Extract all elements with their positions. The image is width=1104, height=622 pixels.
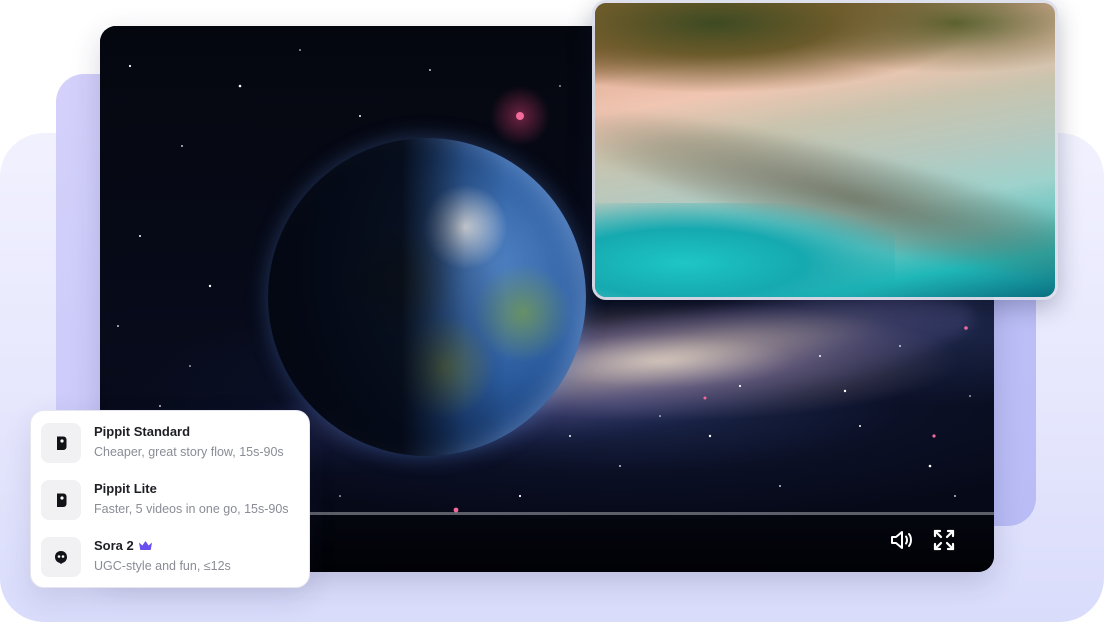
pippit-logo-icon [41, 480, 81, 520]
promo-stage: Pippit Standard Cheaper, great story flo… [0, 0, 1104, 622]
premium-crown-icon [139, 541, 152, 550]
model-option-pippit-standard[interactable]: Pippit Standard Cheaper, great story flo… [41, 419, 301, 469]
model-option-sora-2[interactable]: Sora 2 UGC-style and fun, ≤12s [41, 533, 301, 583]
beach-aerial-thumbnail[interactable] [592, 0, 1058, 300]
volume-icon [891, 531, 912, 549]
earth-image [268, 138, 586, 456]
model-option-pippit-lite[interactable]: Pippit Lite Faster, 5 videos in one go, … [41, 476, 301, 526]
fullscreen-icon [933, 529, 955, 551]
model-description: Faster, 5 videos in one go, 15s-90s [94, 502, 289, 516]
model-description: Cheaper, great story flow, 15s-90s [94, 445, 284, 459]
pippit-logo-icon [41, 423, 81, 463]
model-description: UGC-style and fun, ≤12s [94, 559, 231, 573]
model-picker-card: Pippit Standard Cheaper, great story flo… [30, 410, 310, 588]
fullscreen-button[interactable] [930, 526, 958, 554]
model-name: Sora 2 [94, 538, 134, 553]
model-name: Pippit Lite [94, 481, 157, 496]
volume-button[interactable] [888, 526, 916, 554]
model-name: Pippit Standard [94, 424, 191, 439]
sora-logo-icon [41, 537, 81, 577]
